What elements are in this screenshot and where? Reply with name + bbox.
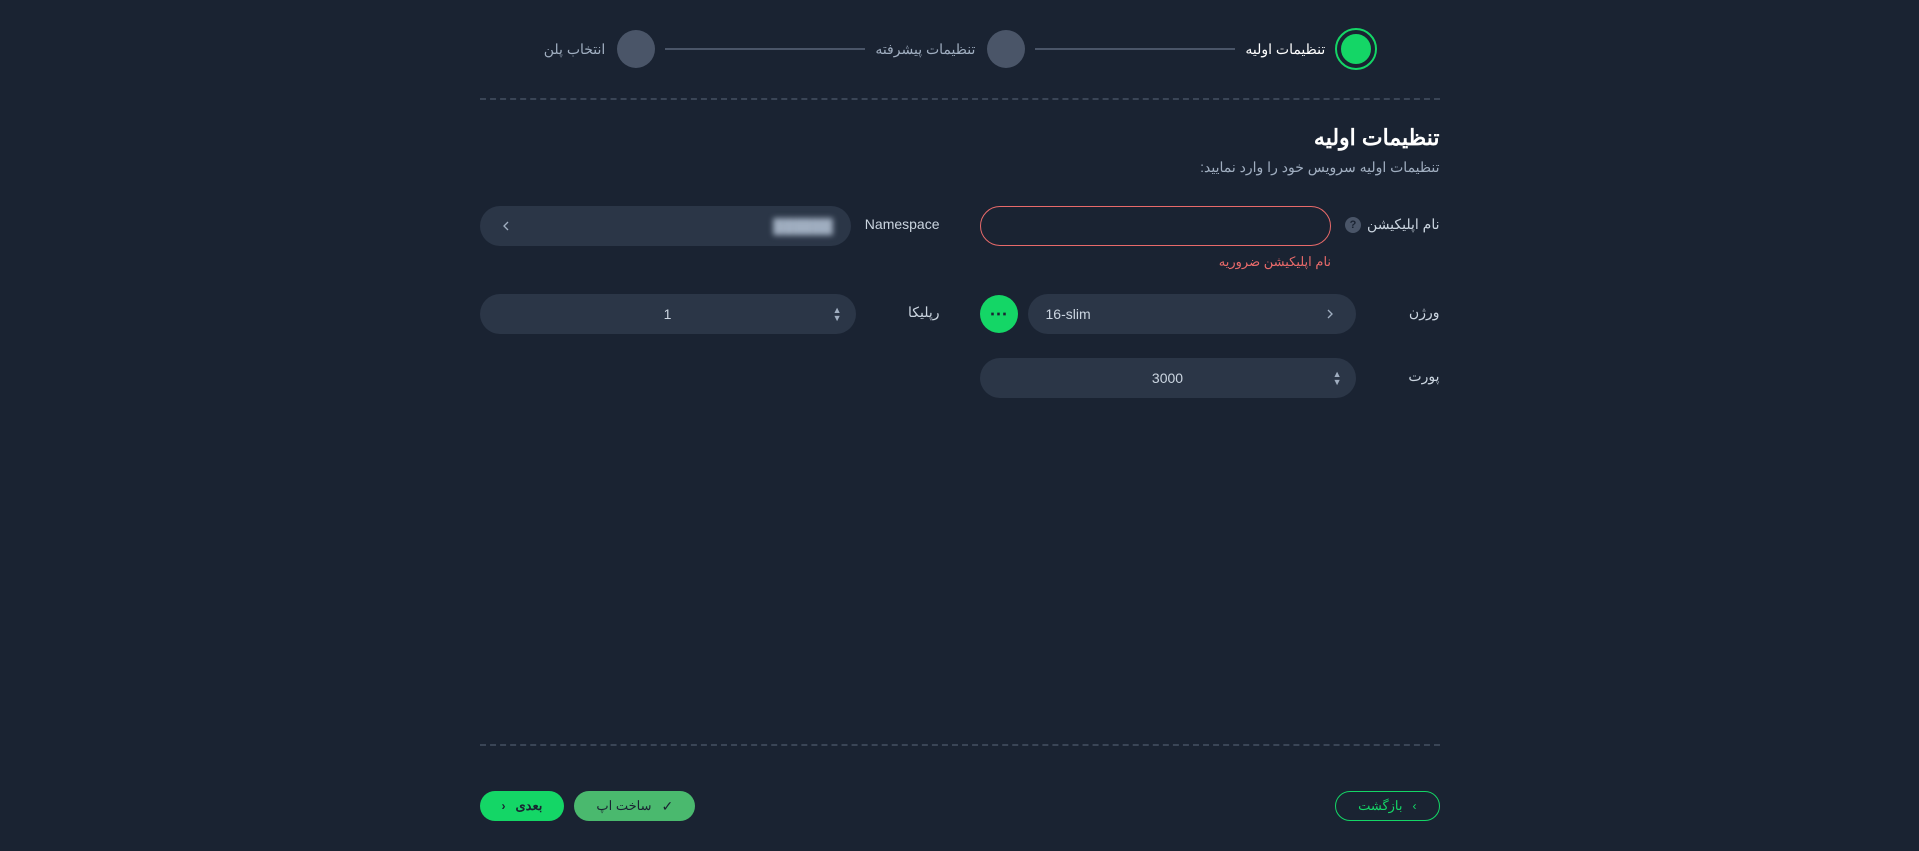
form-area: نام اپلیکیشن ? نام اپلیکیشن ضروریه Names… [480, 206, 1440, 744]
app-name-error: نام اپلیکیشن ضروریه [980, 254, 1332, 270]
step-3-label: انتخاب پلن [544, 41, 606, 58]
step-1[interactable]: تنظیمات اولیه [1245, 30, 1375, 68]
replica-stepper: ▲ ▼ [833, 304, 842, 324]
namespace-value: ██████ [773, 218, 833, 234]
port-label: پورت [1370, 358, 1440, 385]
divider-bottom [480, 744, 1440, 746]
page-subtitle: تنظیمات اولیه سرویس خود را وارد نمایید: [480, 159, 1440, 176]
app-name-input[interactable] [980, 206, 1332, 246]
version-dropdown[interactable]: 16-slim [1028, 294, 1356, 334]
next-button[interactable]: بعدی ‹ [480, 791, 565, 821]
app-name-label: نام اپلیکیشن ? [1345, 206, 1439, 233]
build-button[interactable]: ✓ ساخت اپ [574, 791, 695, 821]
replica-value: 1 [498, 306, 838, 322]
port-stepper: ▲ ▼ [1333, 368, 1342, 388]
step-3[interactable]: انتخاب پلن [544, 30, 656, 68]
chevron-left-icon [498, 218, 514, 234]
stepper-down-icon[interactable]: ▼ [833, 314, 842, 322]
chevron-right-icon [1322, 306, 1338, 322]
version-label: ورژن [1370, 294, 1440, 321]
chevron-right-icon: › [1413, 799, 1417, 813]
step-1-circle [1337, 30, 1375, 68]
heading-block: تنظیمات اولیه تنظیمات اولیه سرویس خود را… [480, 125, 1440, 176]
step-2-circle [987, 30, 1025, 68]
stepper: تنظیمات اولیه تنظیمات پیشرفته انتخاب پلن [480, 30, 1440, 68]
divider-top [480, 98, 1440, 100]
back-button-label: بازگشت [1358, 798, 1402, 814]
back-button[interactable]: › بازگشت [1335, 791, 1439, 821]
namespace-label: Namespace [865, 206, 940, 232]
chevron-left-icon: ‹ [502, 799, 506, 813]
help-icon[interactable]: ? [1345, 217, 1361, 233]
step-1-label: تنظیمات اولیه [1245, 41, 1325, 58]
page-title: تنظیمات اولیه [480, 125, 1440, 151]
port-value: 3000 [998, 370, 1338, 386]
check-icon: ✓ [662, 798, 674, 815]
replica-label: رپلیکا [870, 294, 940, 321]
replica-input[interactable]: 1 ▲ ▼ [480, 294, 856, 334]
port-input[interactable]: 3000 ▲ ▼ [980, 358, 1356, 398]
step-3-circle [617, 30, 655, 68]
step-2[interactable]: تنظیمات پیشرفته [875, 30, 1025, 68]
build-button-label: ساخت اپ [596, 798, 651, 814]
version-more-button[interactable]: ⋯ [980, 295, 1018, 333]
step-line-1 [1035, 48, 1235, 50]
step-2-label: تنظیمات پیشرفته [875, 41, 975, 58]
stepper-down-icon[interactable]: ▼ [1333, 378, 1342, 386]
next-button-label: بعدی [516, 798, 543, 814]
footer: › بازگشت ✓ ساخت اپ بعدی ‹ [480, 791, 1440, 821]
version-value: 16-slim [1046, 306, 1091, 322]
step-line-2 [665, 48, 865, 50]
namespace-dropdown[interactable]: ██████ [480, 206, 851, 246]
